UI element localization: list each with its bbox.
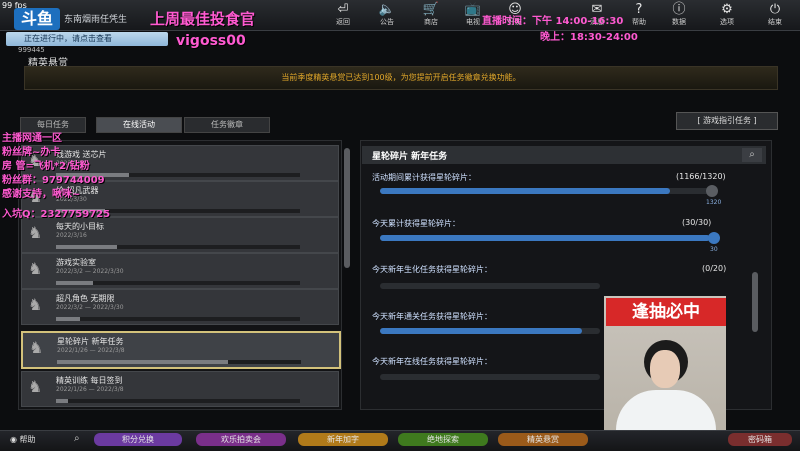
shop-button[interactable]: 🛒 商店 bbox=[414, 2, 448, 28]
list-item-selected[interactable]: ♞ 星轮碎片 新年任务 2022/1/26 — 2022/3/8 bbox=[21, 331, 341, 369]
data-icon: ⓘ bbox=[672, 2, 686, 17]
help-icon: ? bbox=[635, 2, 643, 17]
soldier-icon: ♞ bbox=[28, 377, 43, 396]
progress-bar bbox=[57, 360, 301, 364]
gamepad-icon: ◉ bbox=[10, 435, 20, 444]
overlay-line: 粉丝群：979744009 bbox=[2, 175, 105, 186]
auction-button[interactable]: 欢乐拍卖会 bbox=[196, 433, 286, 446]
progress-target: 30 bbox=[710, 246, 718, 253]
list-item[interactable]: ♞ 游戏实验室 2022/3/2 — 2022/3/30 bbox=[21, 253, 339, 289]
overlay-line: 房 管=飞机*2/钻粉 bbox=[2, 161, 90, 172]
return-button[interactable]: ⏎ 返回 bbox=[326, 2, 360, 28]
task-label: 今天累计获得星轮碎片： bbox=[372, 219, 460, 228]
help-button[interactable]: ◉ 帮助 bbox=[10, 434, 36, 445]
in-progress-notification[interactable]: 正在进行中，请点击查看 bbox=[6, 32, 168, 46]
watermark-subtitle: 东南烟雨任凭生 bbox=[64, 15, 128, 25]
soldier-icon: ♞ bbox=[28, 295, 43, 314]
task-label: 今天新年在线任务获得星轮碎片： bbox=[372, 357, 492, 366]
new-year-word-button[interactable]: 新年加字 bbox=[298, 433, 388, 446]
stream-overlay-title: 上周最佳投食官 bbox=[150, 10, 256, 28]
live-time-afternoon: 直播时间：下午 14:00-16:30 bbox=[482, 16, 624, 27]
announce-icon: 🔈 bbox=[378, 2, 396, 17]
list-item[interactable]: ♞ 每天的小目标 2022/3/16 bbox=[21, 217, 339, 253]
progress-bar bbox=[56, 281, 300, 285]
lucky-draw-banner: 逢抽必中 bbox=[606, 298, 726, 326]
list-item[interactable]: ♞ 精英训练 每日签到 2022/1/26 — 2022/3/8 bbox=[21, 371, 339, 407]
task-count: (0/20) bbox=[702, 264, 727, 273]
notification-number: 999445 bbox=[18, 46, 45, 54]
soldier-icon: ♞ bbox=[28, 223, 43, 242]
elite-bounty-button[interactable]: 精英悬赏 bbox=[498, 433, 588, 446]
power-icon: ⏻ bbox=[769, 2, 781, 17]
guide-task-button[interactable]: [ 游戏指引任务 ] bbox=[676, 112, 778, 130]
douyu-logo: 斗鱼 bbox=[14, 8, 60, 30]
task-label: 今天新年通关任务获得星轮碎片： bbox=[372, 312, 492, 321]
points-exchange-button[interactable]: 积分兑换 bbox=[94, 433, 182, 446]
password-box-button[interactable]: 密码箱 bbox=[728, 433, 792, 446]
search-icon[interactable]: ⌕ bbox=[74, 433, 80, 444]
task-progress-bar bbox=[380, 188, 710, 194]
task-count: (1166/1320) bbox=[676, 172, 726, 181]
progress-bar bbox=[56, 399, 300, 403]
overlay-line: 入坑Q：2327759725 bbox=[2, 209, 111, 220]
right-scrollbar[interactable] bbox=[752, 272, 758, 332]
progress-target: 1320 bbox=[706, 199, 722, 206]
soldier-icon: ♞ bbox=[29, 338, 44, 357]
explore-button[interactable]: 绝地探索 bbox=[398, 433, 488, 446]
search-icon[interactable]: ⌕ bbox=[742, 148, 762, 162]
announce-button[interactable]: 🔈 公告 bbox=[370, 2, 404, 28]
options-icon: ⚙ bbox=[721, 2, 733, 17]
streamer-face bbox=[650, 350, 680, 388]
progress-knob bbox=[708, 232, 720, 244]
stream-overlay-name: vigoss00 bbox=[176, 33, 246, 49]
left-scrollbar[interactable] bbox=[344, 148, 350, 268]
task-label: 活动期间累计获得星轮碎片： bbox=[372, 173, 476, 182]
data-button[interactable]: ⓘ 数据 bbox=[662, 2, 696, 28]
overlay-line: 主播网通一区 bbox=[2, 133, 62, 144]
options-button[interactable]: ⚙ 选项 bbox=[710, 2, 744, 28]
list-item[interactable]: ♞ 超凡角色 无期限 2022/3/2 — 2022/3/30 bbox=[21, 289, 339, 325]
shop-icon: 🛒 bbox=[422, 2, 440, 17]
task-progress-bar bbox=[380, 374, 600, 380]
power-button[interactable]: ⏻ 结束 bbox=[758, 2, 792, 28]
return-icon: ⏎ bbox=[337, 2, 349, 17]
progress-bar bbox=[56, 317, 300, 321]
season-banner: 当前季度精英悬赏已达到100级，为您提前开启任务徽章兑换功能。 bbox=[24, 66, 778, 90]
overlay-line: 感谢支持，啾咪~ bbox=[2, 189, 81, 200]
help-top-button[interactable]: ? 帮助 bbox=[622, 2, 656, 28]
overlay-line: 粉丝牌~办卡 bbox=[2, 147, 61, 158]
task-detail-title: 星轮碎片 新年任务 bbox=[372, 152, 448, 162]
progress-bar bbox=[56, 245, 300, 249]
tab-online-activity[interactable]: 在线活动 bbox=[96, 117, 182, 133]
task-progress-bar bbox=[380, 283, 600, 289]
task-count: (30/30) bbox=[682, 218, 712, 227]
task-progress-bar bbox=[380, 235, 710, 241]
soldier-icon: ♞ bbox=[28, 259, 43, 278]
tab-badges[interactable]: 任务徽章 bbox=[184, 117, 270, 133]
progress-knob bbox=[706, 185, 718, 197]
task-label: 今天新年生化任务获得星轮碎片： bbox=[372, 265, 492, 274]
live-time-evening: 晚上：18:30-24:00 bbox=[540, 32, 638, 43]
task-progress-bar bbox=[380, 328, 600, 334]
